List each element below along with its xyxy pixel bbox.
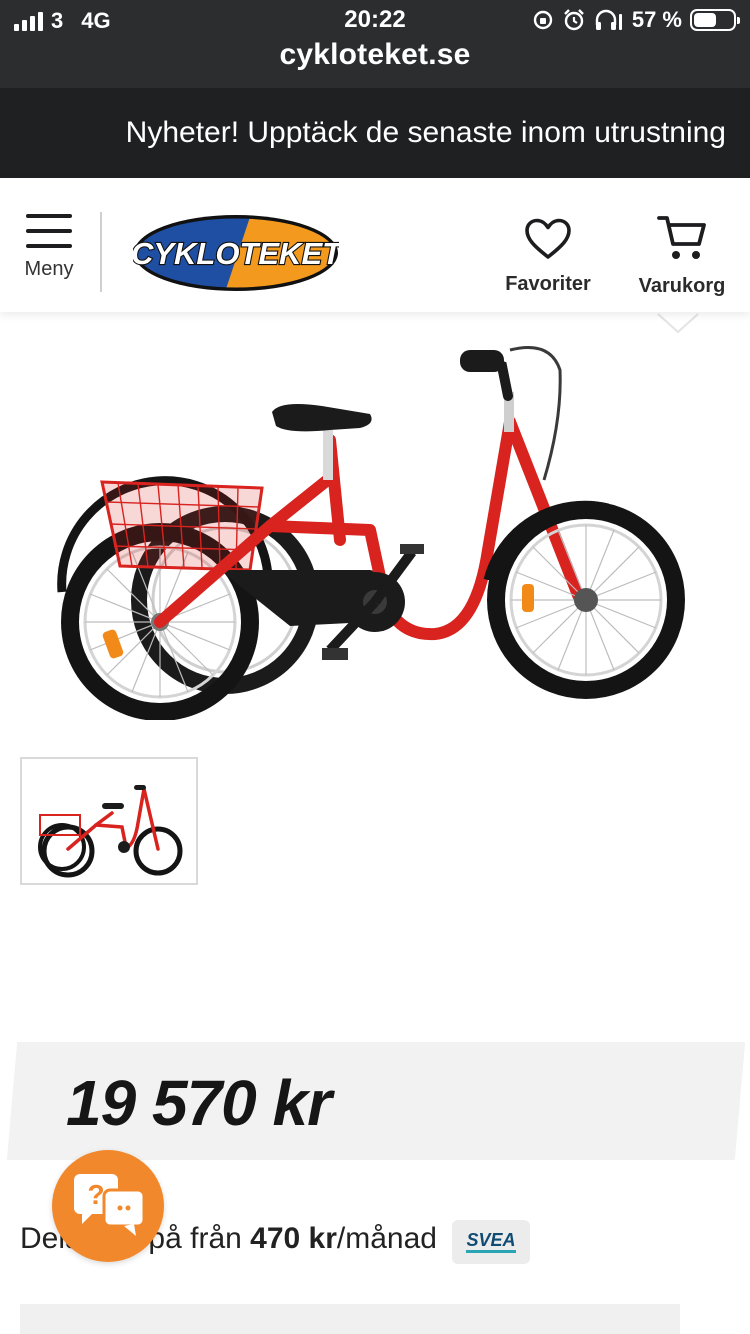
battery-fill — [694, 13, 716, 27]
installment-amount: 470 kr — [250, 1222, 337, 1255]
chat-help-icon: ? — [74, 1174, 146, 1236]
thumbnail-image — [38, 785, 183, 878]
status-right: 57 % — [532, 7, 740, 33]
svea-logo-text: SVEA — [466, 1231, 516, 1253]
product-thumbnail[interactable] — [20, 757, 198, 885]
installment-suffix: /månad — [336, 1222, 437, 1255]
address-bar[interactable]: cykloteket.se — [0, 38, 750, 72]
site-logo[interactable]: CYKLOTEKET — [133, 214, 339, 292]
menu-button[interactable]: Meny — [18, 214, 80, 281]
cart-icon — [657, 216, 706, 259]
svea-badge[interactable]: SVEA — [452, 1220, 530, 1264]
product-price: 19 570 kr — [66, 1067, 332, 1139]
hamburger-icon — [26, 214, 72, 248]
svg-text:?: ? — [87, 1179, 104, 1210]
rotation-lock-icon — [533, 10, 553, 30]
header-divider — [100, 212, 102, 292]
promo-banner[interactable]: Nyheter! Upptäck de senaste inom utrustn… — [0, 88, 750, 178]
cart-label: Varukorg — [638, 275, 726, 297]
battery-icon — [690, 9, 740, 31]
browser-chrome: 3 4G 20:22 57 % cykloteket.se — [0, 0, 750, 88]
favorites-button[interactable]: Favoriter — [496, 218, 600, 296]
menu-label: Meny — [24, 258, 74, 280]
handlebar-grip — [460, 350, 504, 372]
promo-text: Nyheter! Upptäck de senaste inom utrustn… — [125, 116, 726, 149]
bottom-panel — [20, 1304, 680, 1334]
battery-percent: 57 % — [631, 7, 682, 32]
alarm-icon — [563, 9, 584, 31]
chat-help-button[interactable]: ? — [52, 1150, 164, 1262]
status-bar: 3 4G 20:22 57 % — [0, 0, 750, 40]
front-wheel — [483, 500, 685, 699]
site-header: Meny CYKLOTEKET Favoriter Varukorg — [0, 178, 750, 312]
logo-text: CYKLOTEKET — [133, 236, 339, 271]
headphones-icon — [595, 9, 622, 30]
product-image[interactable] — [40, 330, 720, 720]
favorites-label: Favoriter — [505, 273, 591, 295]
saddle — [272, 404, 372, 432]
heart-icon — [525, 218, 571, 259]
cart-button[interactable]: Varukorg — [630, 214, 734, 298]
